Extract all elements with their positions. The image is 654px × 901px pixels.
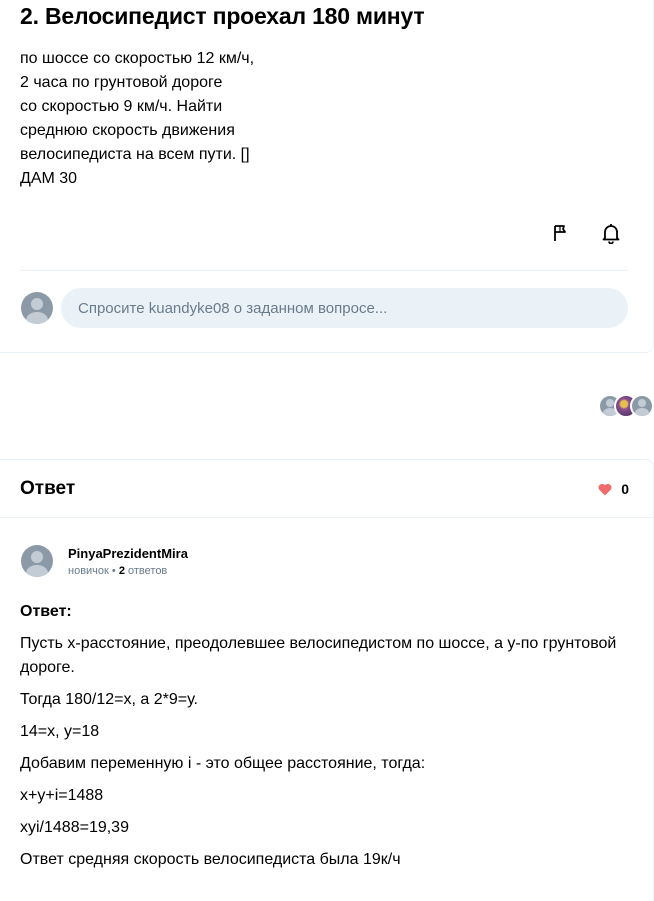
question-line: 2 часа по грунтовой дороге [20, 74, 223, 91]
answers-count: 2 [118, 565, 125, 577]
viewer-avatar [630, 394, 654, 418]
flag-icon[interactable] [549, 221, 573, 245]
answer-paragraph: Пусть х-расстояние, преодолевшее велосип… [20, 635, 617, 676]
answer-card: Ответ 0 PinyaPrezidentMira новичок • 2 о… [0, 459, 654, 901]
ask-question-input[interactable] [61, 288, 628, 328]
likes-count: 0 [621, 481, 629, 497]
like-button[interactable]: 0 [598, 481, 629, 497]
viewer-avatars [598, 394, 654, 418]
answer-header: Ответ 0 [0, 460, 654, 518]
answer-paragraph: 14=х, у=18 [20, 723, 100, 740]
question-line: ДАМ 30 [20, 170, 78, 187]
answer-paragraph: Тогда 180/12=х, а 2*9=у. [20, 691, 198, 708]
user-avatar [21, 292, 53, 324]
author-name[interactable]: PinyaPrezidentMira [68, 546, 188, 561]
question-line: по шоссе со скоростью 12 км/ч, [20, 50, 255, 67]
author-rank: новичок [68, 565, 109, 577]
answer-label: Ответ: [20, 603, 72, 620]
question-body: по шоссе со скоростью 12 км/ч, 2 часа по… [20, 47, 320, 191]
ask-row [20, 288, 628, 328]
author-meta: новичок • 2 ответов [68, 565, 167, 577]
question-line: со скоростью 9 км/ч. Найти [20, 98, 223, 115]
question-line: среднюю скорость движения [20, 122, 235, 139]
answer-body: Ответ: Пусть х-расстояние, преодолевшее … [20, 600, 620, 880]
question-title: 2. Велосипедист проехал 180 минут [20, 3, 425, 29]
bell-icon[interactable] [599, 221, 623, 245]
divider [20, 270, 628, 271]
question-actions [549, 221, 623, 245]
answer-paragraph: х+у+i=1488 [20, 787, 104, 804]
heart-icon [598, 483, 612, 495]
meta-separator: • [111, 565, 116, 577]
author-avatar[interactable] [21, 545, 53, 577]
answer-heading: Ответ [20, 478, 76, 499]
answer-paragraph: Ответ средняя скорость велосипедиста был… [20, 851, 401, 868]
answer-paragraph: Добавим переменную i - это общее расстоя… [20, 755, 426, 772]
answers-label: ответов [128, 565, 168, 577]
answer-paragraph: хуi/1488=19,39 [20, 819, 129, 836]
question-line: велосипедиста на всем пути. [] [20, 146, 250, 163]
question-card: 2. Велосипедист проехал 180 минут по шос… [0, 0, 654, 353]
